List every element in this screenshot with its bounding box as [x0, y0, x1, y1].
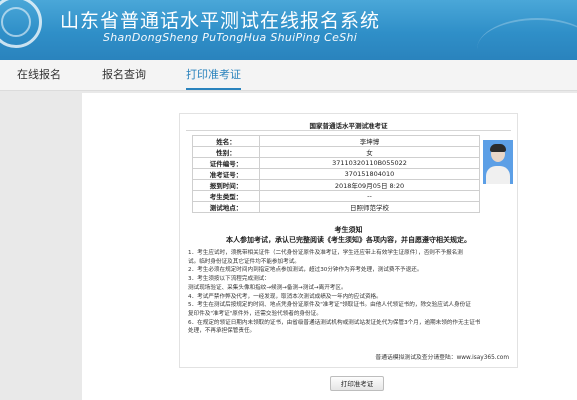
id-number-label: 证件编号：: [192, 157, 260, 169]
report-time-value: 2018年09月05日 8:20: [259, 179, 480, 191]
rule-line: 复印件及"准考证"原件外，还需交验代领者的身份证。: [188, 310, 322, 317]
candidate-photo: [483, 140, 513, 184]
app-header: 山东省普通话水平测试在线报名系统 ShanDongSheng PuTongHua…: [0, 0, 577, 60]
rule-line: 3．考生须按以下流程完成测试：: [188, 276, 270, 283]
app-title: 山东省普通话水平测试在线报名系统: [60, 10, 381, 32]
tab-online-registration[interactable]: 在线报名: [17, 60, 61, 90]
divider: [186, 130, 511, 131]
print-ticket-button[interactable]: 打印准考证: [330, 376, 384, 391]
ticket-info-table: 姓名： 李坤博 性别： 女 证件编号： 37110320110B055022 准…: [192, 135, 480, 213]
logo-icon: [0, 0, 42, 48]
rule-line: 处理，不再承担保管责任。: [188, 328, 256, 335]
app-subtitle: ShanDongSheng PuTongHua ShuiPing CeShi: [103, 31, 358, 44]
header-decoration: [477, 18, 577, 60]
gender-value: 女: [259, 146, 480, 158]
footer-note: 普通话模拟测试及查分请登陆：www.isay365.com: [375, 355, 509, 361]
test-location-label: 测试地点：: [192, 201, 260, 213]
gender-label: 性别：: [192, 146, 260, 158]
rule-line: 1．考生应试时，须携带相关证件（二代身份证原件及准考证，学生还应带上有效学生证原…: [188, 250, 463, 256]
table-row: 报到时间： 2018年09月05日 8:20: [192, 179, 480, 191]
name-value: 李坤博: [259, 135, 480, 147]
rule-line: 2．考生必须在规定时间内到指定地点参加测试，超过30分钟作为弃考处理，测试费不予…: [188, 267, 423, 274]
admission-ticket: 国家普通话水平测试准考证 姓名： 李坤博 性别： 女 证件编号： 3711032…: [179, 113, 518, 368]
tab-print-admission-ticket[interactable]: 打印准考证: [186, 60, 241, 90]
name-label: 姓名：: [192, 135, 260, 147]
notice-rules: 1．考生应试时，须携带相关证件（二代身份证原件及准考证，学生还应带上有效学生证原…: [188, 249, 512, 336]
table-row: 证件编号： 37110320110B055022: [192, 157, 480, 169]
main-area: 国家普通话水平测试准考证 姓名： 李坤博 性别： 女 证件编号： 3711032…: [0, 91, 577, 400]
report-time-label: 报到时间：: [192, 179, 260, 191]
table-row: 测试地点： 日照师范学校: [192, 201, 480, 213]
notice-subtitle: 本人参加考试，承认已完整阅读《考生须知》各项内容，并自愿遵守相关规定。: [226, 236, 471, 244]
rule-line: 4．考试严禁作弊及代考，一经发现，取消本次测试成绩及一年内的应试资格。: [188, 293, 382, 300]
rule-line: 试。临时身份证及其它证件均不能参加考试。: [188, 258, 300, 265]
notice-title: 考生须知: [334, 226, 363, 234]
rule-line: 测试现场验证、采集头像和指纹→候测→备测→测试→离开考区。: [188, 284, 347, 291]
ticket-number-value: 370151804010: [259, 168, 480, 180]
id-number-value: 37110320110B055022: [259, 157, 480, 169]
rule-line: 6．在规定的领证日期内未领取的证书，由省级普通话测试机构或测试站发证处代为保管3…: [188, 319, 481, 326]
test-location-value: 日照师范学校: [259, 201, 480, 213]
table-row: 准考证号： 370151804010: [192, 168, 480, 180]
ticket-number-label: 准考证号：: [192, 168, 260, 180]
ticket-title: 国家普通话水平测试准考证: [309, 122, 388, 130]
photo-body: [486, 166, 510, 184]
rule-line: 5．考生在测试后按规定的时间、地点凭身份证原件及"准考证"领取证书。由他人代领证…: [188, 302, 471, 309]
photo-hair: [490, 144, 506, 152]
candidate-type-label: 考生类型：: [192, 190, 260, 202]
content-panel: 国家普通话水平测试准考证 姓名： 李坤博 性别： 女 证件编号： 3711032…: [82, 93, 577, 400]
nav-tabs: 在线报名 报名查询 打印准考证: [0, 60, 577, 91]
table-row: 考生类型： --: [192, 190, 480, 202]
table-row: 姓名： 李坤博: [192, 135, 480, 147]
table-row: 性别： 女: [192, 146, 480, 158]
tab-registration-query[interactable]: 报名查询: [102, 60, 146, 90]
candidate-type-value: --: [259, 190, 480, 202]
